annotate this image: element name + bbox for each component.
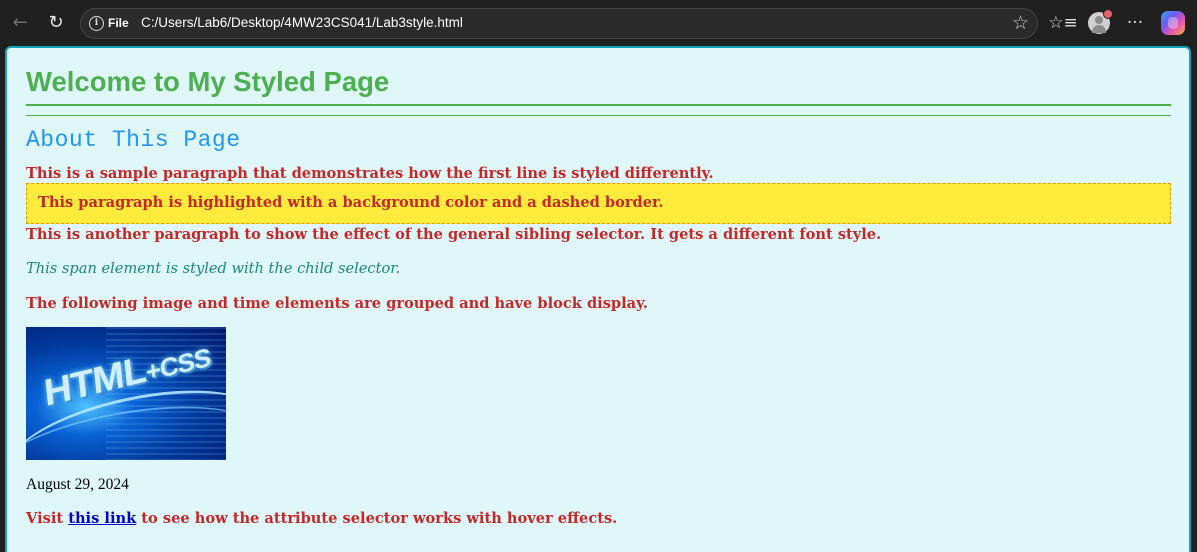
attribute-link[interactable]: this link: [68, 510, 136, 527]
star-icon[interactable]: ☆: [1012, 12, 1029, 34]
html-css-image: HTML+CSS: [26, 327, 226, 460]
address-bar[interactable]: i File C:/Users/Lab6/Desktop/4MW23CS041/…: [80, 8, 1038, 39]
section-heading: About This Page: [26, 127, 241, 153]
sibling-paragraph: This is another paragraph to show the ef…: [26, 226, 882, 243]
favorites-icon[interactable]: ☆≡: [1048, 8, 1078, 38]
back-arrow-icon[interactable]: ←: [8, 11, 32, 35]
link-paragraph: Visit this link to see how the attribute…: [26, 510, 617, 527]
first-line-paragraph: This is a sample paragraph that demonstr…: [26, 165, 714, 182]
grouped-paragraph: The following image and time elements ar…: [26, 295, 649, 312]
avatar-shoulders: [1092, 25, 1106, 33]
page-viewport: Welcome to My Styled Page About This Pag…: [5, 46, 1191, 552]
time-element: August 29, 2024: [26, 476, 129, 493]
browser-toolbar: ← ↻ i File C:/Users/Lab6/Desktop/4MW23CS…: [0, 0, 1197, 46]
link-paragraph-before: Visit: [26, 510, 69, 527]
copilot-icon[interactable]: [1161, 11, 1185, 35]
link-paragraph-after: to see how the attribute selector works …: [136, 510, 618, 527]
child-span: This span element is styled with the chi…: [26, 260, 401, 277]
url-text[interactable]: C:/Users/Lab6/Desktop/4MW23CS041/Lab3sty…: [141, 15, 463, 30]
reload-icon[interactable]: ↻: [44, 11, 68, 35]
more-icon[interactable]: ···: [1120, 8, 1150, 38]
profile-avatar[interactable]: [1088, 9, 1113, 34]
highlighted-paragraph: This paragraph is highlighted with a bac…: [26, 183, 1171, 224]
horizontal-rule: [26, 115, 1171, 116]
file-label: File: [108, 16, 129, 30]
info-icon[interactable]: i: [89, 16, 104, 31]
page-heading: Welcome to My Styled Page: [26, 66, 1171, 106]
avatar-head: [1095, 16, 1103, 24]
